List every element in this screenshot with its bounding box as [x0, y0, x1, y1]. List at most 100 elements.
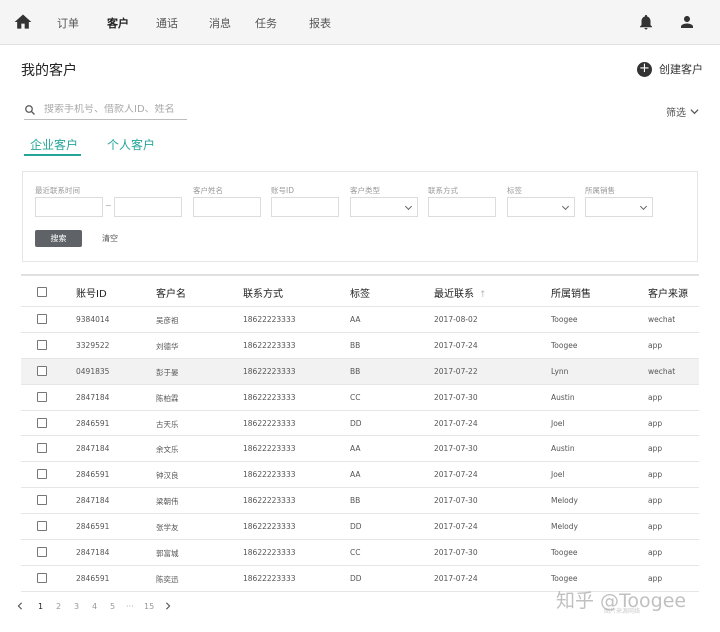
cell-sales: Toogee — [551, 573, 578, 583]
column-header-label: 标签 — [350, 289, 370, 300]
cell-account-id: 2846591 — [76, 418, 110, 428]
tag-select[interactable] — [507, 197, 575, 217]
page-number[interactable]: 1 — [38, 602, 43, 611]
nav-item-customers[interactable]: 客户 — [107, 15, 129, 31]
search-input[interactable] — [44, 104, 179, 115]
cell-customer-name: 古天乐 — [156, 419, 179, 429]
page-number[interactable]: 15 — [144, 602, 154, 611]
row-checkbox[interactable] — [37, 469, 47, 480]
sales-select[interactable] — [585, 197, 653, 217]
column-header-last-contact[interactable]: 最近联系 ↑ — [434, 285, 487, 300]
select-all-checkbox[interactable] — [37, 287, 47, 297]
contact-method-field[interactable] — [428, 197, 496, 217]
cell-sales: Joel — [551, 418, 565, 428]
nav-item-calls[interactable]: 通话 — [156, 15, 178, 31]
cell-sales: Austin — [551, 392, 575, 402]
table-row[interactable]: 2847184 余文乐 18622223333 AA 2017-07-30 Austin a… — [21, 436, 699, 463]
customer-name-label: 客户姓名 — [193, 186, 223, 195]
cell-customer-name: 张学友 — [156, 523, 179, 533]
account-id-field[interactable] — [271, 197, 339, 217]
table-row[interactable]: 2846591 古天乐 18622223333 DD 2017-07-24 Joel app — [21, 411, 699, 437]
page-number[interactable]: 2 — [56, 602, 61, 611]
nav-item-tasks[interactable]: 任务 — [255, 15, 277, 31]
row-checkbox[interactable] — [37, 443, 47, 454]
row-checkbox[interactable] — [37, 339, 47, 350]
cell-last-contact: 2017-07-30 — [434, 548, 478, 558]
nav-item-reports[interactable]: 报表 — [309, 15, 331, 31]
customer-name-field[interactable] — [193, 197, 261, 217]
table-row[interactable]: 2846591 张学友 18622223333 DD 2017-07-24 Melody a… — [21, 514, 699, 541]
cell-source: wechat — [648, 366, 676, 376]
prev-page-icon[interactable] — [16, 602, 24, 612]
cell-customer-name: 彭于晏 — [156, 367, 179, 377]
home-icon[interactable] — [13, 12, 33, 32]
cell-customer-name: 陈柏霖 — [156, 393, 179, 403]
table-row[interactable]: 2847184 陈柏霖 18622223333 CC 2017-07-30 Austin a… — [21, 385, 699, 411]
page-number[interactable]: 3 — [74, 602, 79, 611]
row-checkbox[interactable] — [37, 314, 47, 324]
cell-source: app — [648, 392, 663, 402]
cell-account-id: 9384014 — [76, 315, 110, 324]
cell-sales: Melody — [551, 496, 578, 506]
row-checkbox[interactable] — [37, 495, 47, 506]
cell-account-id: 2847184 — [76, 444, 110, 454]
cell-account-id: 2847184 — [76, 392, 110, 402]
row-checkbox[interactable] — [37, 391, 47, 402]
cell-tag: CC — [350, 548, 361, 558]
nav-item-orders[interactable]: 订单 — [57, 15, 79, 31]
create-customer-button[interactable]: + 创建客户 — [637, 60, 703, 78]
table-row[interactable]: 0491835 彭于晏 18622223333 BB 2017-07-22 Lynn wec… — [21, 358, 699, 385]
page-number[interactable]: 4 — [92, 602, 97, 611]
recent-contact-start-field[interactable] — [35, 197, 103, 217]
arrow-up-icon[interactable]: ↑ — [479, 290, 487, 300]
cell-last-contact: 2017-07-30 — [434, 496, 478, 506]
row-checkbox[interactable] — [37, 547, 47, 558]
tab-enterprise-customers[interactable]: 企业客户 — [30, 136, 78, 153]
cell-contact: 18622223333 — [243, 366, 296, 376]
row-checkbox[interactable] — [37, 572, 47, 583]
row-checkbox[interactable] — [37, 417, 47, 428]
cell-customer-name: 吴彦祖 — [156, 316, 179, 325]
table-row[interactable]: 2847184 郭富城 18622223333 CC 2017-07-30 Toogee a… — [21, 540, 699, 566]
nav-item-messages[interactable]: 消息 — [209, 15, 231, 31]
row-checkbox[interactable] — [37, 521, 47, 532]
next-page-icon[interactable] — [164, 602, 172, 612]
tag-label: 标签 — [507, 186, 522, 195]
cell-sales: Toogee — [551, 315, 578, 324]
bell-icon[interactable] — [637, 13, 655, 31]
cell-tag: DD — [350, 573, 362, 583]
cell-contact: 18622223333 — [243, 522, 296, 532]
customer-type-label: 客户类型 — [350, 186, 380, 195]
cell-last-contact: 2017-07-22 — [434, 366, 478, 376]
search-icon — [25, 104, 35, 115]
range-separator: ~ — [105, 201, 112, 210]
tab-personal-customers[interactable]: 个人客户 — [107, 136, 155, 153]
cell-tag: AA — [350, 470, 361, 480]
recent-contact-end-field[interactable] — [114, 197, 182, 217]
cell-customer-name: 梁朝伟 — [156, 497, 179, 507]
cell-tag: BB — [350, 340, 361, 350]
table-row[interactable]: 2846591 钟汉良 18622223333 AA 2017-07-24 Joel app — [21, 462, 699, 489]
table-row[interactable]: 2847184 梁朝伟 18622223333 BB 2017-07-30 Melody a… — [21, 488, 699, 515]
cell-source: app — [648, 496, 663, 506]
cell-last-contact: 2017-08-02 — [434, 315, 478, 324]
cell-contact: 18622223333 — [243, 392, 296, 402]
cell-contact: 18622223333 — [243, 315, 296, 324]
column-header-label: 所属销售 — [551, 289, 591, 300]
cell-tag: BB — [350, 366, 361, 376]
user-icon[interactable] — [678, 13, 696, 31]
row-checkbox[interactable] — [37, 365, 47, 376]
cell-sales: Melody — [551, 522, 578, 532]
search-button[interactable]: 搜索 — [35, 230, 82, 247]
search-box — [24, 100, 187, 120]
cell-tag: AA — [350, 315, 361, 324]
column-header-source: 客户来源 — [648, 285, 688, 300]
customer-type-select[interactable] — [350, 197, 418, 217]
page-number[interactable]: 5 — [110, 602, 115, 611]
filter-toggle[interactable]: 筛选 — [666, 104, 699, 119]
table-row[interactable]: 9384014 吴彦祖 18622223333 AA 2017-08-02 Toogee w… — [21, 307, 699, 333]
table-row[interactable]: 3329522 刘德华 18622223333 BB 2017-07-24 Toogee a… — [21, 333, 699, 359]
column-header-label: 最近联系 — [434, 289, 474, 300]
clear-button[interactable]: 清空 — [102, 233, 118, 244]
cell-account-id: 2847184 — [76, 496, 110, 506]
